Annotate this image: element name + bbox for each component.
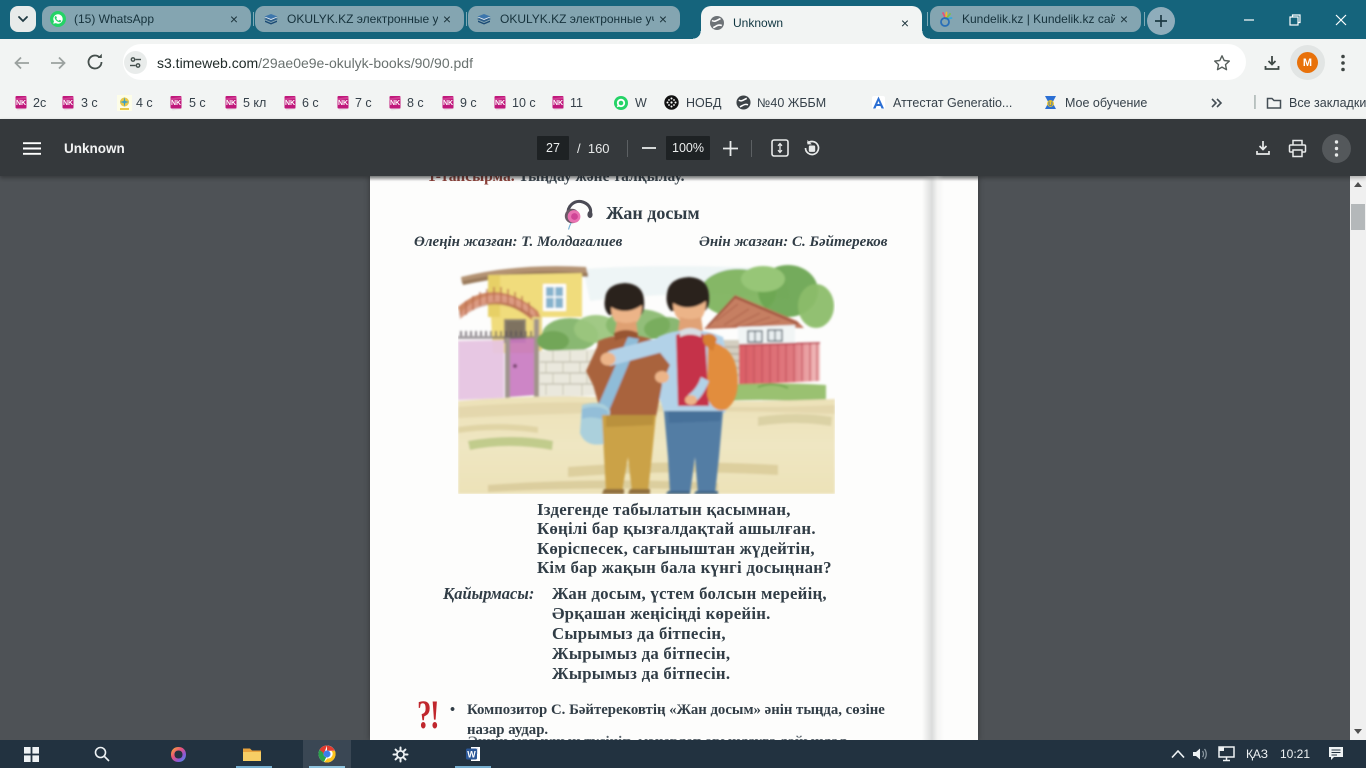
svg-text:NK: NK	[338, 100, 348, 107]
svg-text:NK: NK	[553, 100, 563, 107]
svg-text:NK: NK	[226, 100, 236, 107]
svg-text:U: U	[1048, 101, 1053, 108]
svg-text:NK: NK	[285, 100, 295, 107]
svg-text:NK: NK	[390, 100, 400, 107]
svg-text:NK: NK	[63, 100, 73, 107]
svg-text:W: W	[467, 750, 476, 760]
svg-text:NK: NK	[171, 100, 181, 107]
svg-text:NK: NK	[495, 100, 505, 107]
svg-text:NK: NK	[443, 100, 453, 107]
svg-text:NK: NK	[16, 100, 26, 107]
